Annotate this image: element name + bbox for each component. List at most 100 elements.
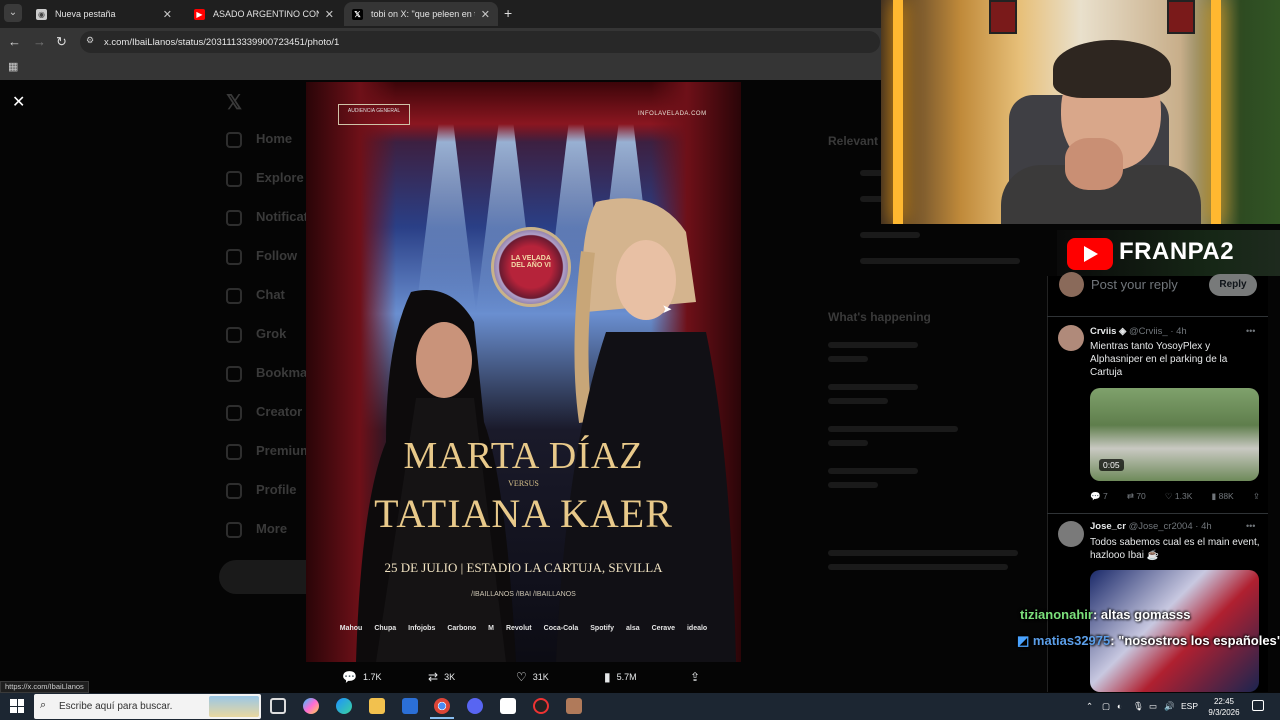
active-app-indicator [430,717,454,719]
sponsor-logo: Chupa [374,625,397,632]
close-tab-icon[interactable]: ✕ [163,8,172,21]
reply-count-button[interactable]: 💬 1.7K [342,670,381,684]
relevant-heading-dimmed: Relevant [828,134,879,148]
close-tab-icon[interactable]: ✕ [325,8,334,21]
tray-app-icon[interactable]: ▢ [1102,701,1110,712]
post-author-avatar[interactable] [1058,521,1084,547]
sponsor-logo: Revolut [505,625,532,632]
repost-icon: ⇄ [428,670,439,684]
tray-app-icon[interactable]: ◐ [1117,701,1122,711]
capcut-icon[interactable] [500,698,516,714]
verified-icon: ◈ [1119,326,1127,337]
nav-profile-dimmed: Profile [226,482,296,499]
tab-title: tobi on X: "que peleen en tang [371,9,475,19]
post-image[interactable] [1090,570,1259,692]
tab-x-post[interactable]: 𝕏 tobi on X: "que peleen en tang ✕ [344,2,498,26]
post-author[interactable]: Crviis ◈ @Crviis_ · 4h [1090,326,1187,337]
share-icon[interactable]: ⇪ [1253,491,1260,502]
chrome-favicon-icon: ◉ [36,8,47,20]
nav-more-dimmed: More [226,521,287,538]
discord-icon[interactable] [467,698,483,714]
sponsor-logos: Mahou Chupa Infojobs Carbono M Revolut C… [306,625,741,632]
copilot-icon[interactable] [303,698,319,714]
more-options-icon[interactable]: ••• [1246,521,1255,531]
mail-icon[interactable] [402,698,418,714]
youtube-play-icon [1084,246,1098,262]
dim-line [828,468,918,474]
nav-grok-dimmed: Grok [226,326,286,343]
dim-line [828,426,958,432]
repost-count-button[interactable]: ⇄ 3K [428,670,455,684]
sponsor-logo: Mahou [339,625,363,632]
like-count-button[interactable]: ♡ 31K [516,670,549,684]
divider [1047,513,1268,514]
tab-new-tab[interactable]: ◉ Nueva pestaña ✕ [28,2,180,26]
nav-chat-dimmed: Chat [226,287,285,304]
close-tab-icon[interactable]: ✕ [481,8,490,21]
repost-action[interactable]: ⇄ 70 [1127,491,1146,502]
post-author-avatar[interactable] [1058,325,1084,351]
sponsor-logo: idealo [686,625,708,632]
social-handles: /IBAILLANOS /IBAI /IBAILLANOS [471,591,576,598]
url-text[interactable]: x.com/IbaiLlanos/status/2031113339900723… [104,37,339,48]
language-indicator[interactable]: ESP [1181,701,1198,711]
repost-count: 70 [1136,491,1146,501]
tab-title: Nueva pestaña [55,9,116,19]
x-favicon-icon: 𝕏 [352,8,363,20]
back-arrow-icon[interactable]: ← [8,34,21,49]
sponsor-logo: Spotify [590,625,614,632]
views-action[interactable]: ▮ 88K [1212,491,1234,502]
reload-icon[interactable]: ↻ [56,34,67,50]
clock-date: 9/3/2026 [1208,708,1240,717]
reply-button[interactable]: Reply [1209,274,1257,296]
taskbar-search-placeholder[interactable]: Escribe aquí para buscar. [59,701,172,712]
speaker-icon[interactable]: 🔊 [1164,701,1175,712]
chat-badge-icon: ◩ [1017,633,1033,648]
divider [1047,316,1268,317]
notifications-icon[interactable] [1252,700,1264,711]
new-tab-plus-icon[interactable]: + [504,5,512,21]
edge-icon[interactable] [336,698,352,714]
tab-youtube[interactable]: ▶ ASADO ARGENTINO CON COS ✕ [186,2,342,26]
site-info-icon[interactable]: ⚙ [86,35,94,46]
more-options-icon[interactable]: ••• [1246,326,1255,336]
whats-happening-dimmed: What's happening [828,310,931,324]
post-author[interactable]: Jose_cr @Jose_cr2004 · 4h [1090,521,1212,532]
reply-input[interactable]: Post your reply [1091,277,1178,292]
share-icon: ⇪ [690,670,701,684]
forward-arrow-icon[interactable]: → [33,34,46,49]
reply-action[interactable]: 💬 7 [1090,491,1108,502]
chat-text: : altas gomasss [1092,607,1191,622]
dim-line [828,482,878,488]
author-name: Crviis [1090,326,1117,337]
file-explorer-icon[interactable] [369,698,385,714]
task-view-icon[interactable] [270,698,286,714]
obs-icon[interactable] [533,698,549,714]
chrome-icon[interactable] [434,698,450,714]
apps-grid-icon[interactable]: ▦ [8,60,18,73]
author-handle: @Crviis_ [1129,326,1168,337]
poster-image[interactable]: LA VELADA DEL AÑO VI AUDIENCIA GENERAL I… [306,82,741,662]
audience-label: AUDIENCIA GENERAL [338,104,410,125]
author-handle: @Jose_cr2004 [1128,521,1193,532]
share-button[interactable]: ⇪ [690,670,706,684]
taskbar-clock[interactable]: 22:45 9/3/2026 [1204,696,1244,718]
network-icon[interactable]: ▭ [1149,701,1157,712]
media-app-icon[interactable] [566,698,582,714]
windows-start-icon[interactable] [10,699,24,713]
dim-line [828,564,1008,570]
search-icon: ⌕ [40,699,47,711]
dim-line [860,232,920,238]
dim-line [860,258,1020,264]
like-action[interactable]: ♡ 1.3K [1165,491,1192,502]
dim-line [828,440,868,446]
close-photo-icon[interactable]: ✕ [12,92,25,112]
tab-search-menu[interactable]: ⌄ [4,4,22,22]
microphone-icon[interactable]: 🎙 [1133,701,1144,712]
dim-line [828,398,888,404]
view-count-button[interactable]: ▮ 5.7M [604,670,637,684]
tray-chevron-icon[interactable]: ⌃ [1086,701,1093,712]
heart-icon: ♡ [516,670,527,684]
author-name: Jose_cr [1090,521,1126,532]
nav-explore-dimmed: Explore [226,170,304,187]
